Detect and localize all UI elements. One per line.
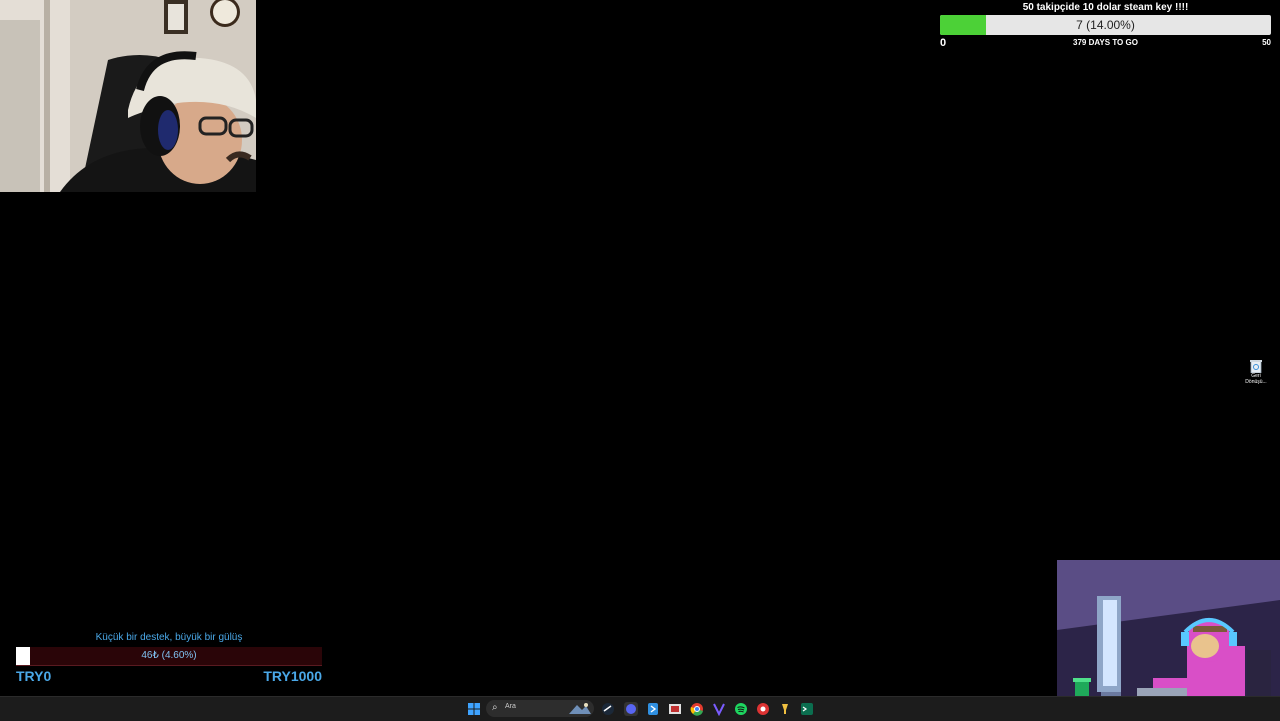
chrome-icon[interactable] — [690, 702, 704, 716]
windows-start-icon[interactable] — [467, 702, 481, 716]
vpn-icon[interactable] — [712, 702, 726, 716]
steam-icon[interactable] — [601, 702, 615, 716]
taskbar: ⌕ Ara — [0, 696, 1280, 721]
follower-goal-max: 50 — [1262, 38, 1271, 47]
spotify-icon[interactable] — [734, 702, 748, 716]
media-player-icon[interactable] — [756, 702, 770, 716]
terminal-icon[interactable] — [800, 702, 814, 716]
recycle-bin-label: Geri Dönüşü... — [1245, 373, 1267, 385]
webcam-feed — [0, 0, 256, 192]
app-window-icon[interactable] — [668, 702, 682, 716]
follower-goal-title: 50 takipçide 10 dolar steam key !!!! — [1022, 2, 1189, 13]
follower-goal-progress-text: 7 (14.00%) — [1076, 18, 1135, 32]
follower-goal-progress-bar: 7 (14.00%) — [940, 15, 1271, 35]
desktop-icon-recycle-bin[interactable]: Geri Dönüşü... — [1242, 359, 1270, 385]
follower-goal-widget: 50 takipçide 10 dolar steam key !!!! 7 (… — [940, 0, 1271, 50]
webcam-image — [0, 0, 256, 192]
search-placeholder: Ara — [505, 703, 516, 710]
taskbar-search-box[interactable]: ⌕ Ara — [486, 700, 594, 717]
donation-goal-title: Küçük bir destek, büyük bir gülüş — [95, 632, 243, 643]
donation-goal-progress-bar: 46₺ (4.60%) — [16, 647, 322, 666]
vscode-icon[interactable] — [646, 702, 660, 716]
donation-goal-min: TRY0 — [16, 668, 52, 684]
follower-goal-days-left: 379 DAYS TO GO — [1073, 38, 1138, 47]
recycle-bin-icon — [1250, 360, 1262, 373]
discord-icon[interactable] — [624, 702, 638, 716]
donation-goal-progress-text: 46₺ (4.60%) — [141, 650, 197, 661]
search-icon: ⌕ — [492, 702, 498, 713]
search-highlight-icon — [569, 703, 591, 714]
donation-goal-max: TRY1000 — [263, 668, 322, 684]
tool-icon[interactable] — [778, 702, 792, 716]
donation-goal-widget: Küçük bir destek, büyük bir gülüş 46₺ (4… — [16, 630, 322, 686]
